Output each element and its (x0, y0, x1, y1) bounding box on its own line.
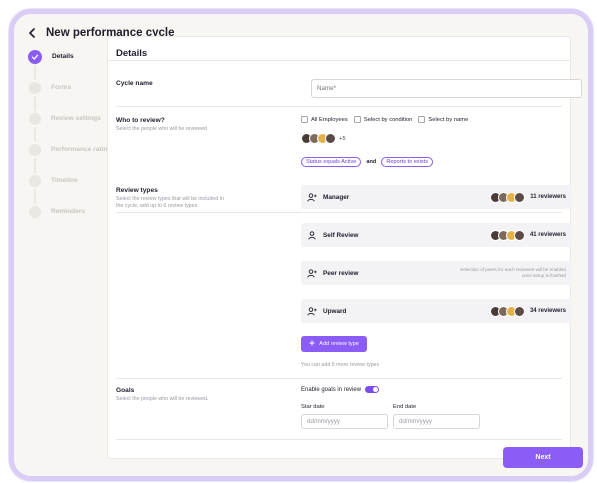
review-type-label: Upward (323, 307, 347, 315)
review-types-section: Review types Select the review types tha… (116, 179, 572, 379)
reviewer-count: 11 reviewers (530, 194, 566, 200)
step-dot (29, 82, 41, 94)
goals-description: Select the people who will be reviewed. (116, 396, 209, 402)
goals-toggle-label: Enable goals in review (301, 386, 362, 393)
condition-chip-reports-to[interactable]: Reports to exists (381, 157, 433, 167)
reviewer-avatars (489, 305, 525, 317)
goals-label: Goals (116, 387, 135, 394)
step-dot (29, 175, 41, 187)
person-add-icon (307, 306, 317, 316)
step-dot (29, 113, 41, 125)
step-forms[interactable]: Forms (24, 81, 118, 112)
step-dot (29, 206, 41, 218)
step-connector (34, 189, 36, 204)
check-icon (28, 50, 42, 64)
review-type-upward[interactable]: Upward 34 reviewers (301, 299, 572, 323)
review-type-manager[interactable]: Manager 11 reviewers (301, 185, 572, 209)
option-select-by-condition[interactable]: Select by condition (353, 116, 413, 123)
step-connector (34, 127, 36, 142)
avatar (325, 133, 336, 144)
step-label: Timeline (51, 177, 78, 184)
step-label: Review settings (51, 115, 101, 122)
back-arrow-icon[interactable] (26, 26, 38, 40)
checkbox[interactable] (353, 116, 361, 123)
cycle-name-input[interactable] (311, 79, 582, 98)
option-label: Select by name (428, 116, 469, 123)
step-connector (34, 158, 36, 173)
reviewer-avatars (489, 229, 525, 241)
card-header: Details (108, 37, 570, 61)
step-connector (34, 96, 36, 111)
review-types-description: Select the review types that will be inc… (116, 196, 224, 209)
step-label: Forms (51, 84, 72, 91)
step-label: Details (52, 53, 74, 60)
add-review-type-button[interactable]: Add review type (301, 336, 367, 352)
chip-connector: and (366, 159, 377, 165)
avatar (514, 191, 526, 203)
option-select-by-name[interactable]: Select by name (418, 116, 468, 123)
card-title: Details (116, 48, 148, 59)
step-label: Performance rating (51, 146, 112, 153)
step-details[interactable]: Details (24, 50, 118, 81)
reviewer-avatars (490, 191, 526, 203)
who-label: Who to review? (116, 117, 165, 124)
goals-section: Goals Select the people who will be revi… (116, 379, 562, 440)
extra-count: +5 (339, 135, 346, 142)
details-card: Details Cycle name Who to review? Select… (107, 36, 582, 459)
checkbox[interactable] (418, 116, 426, 123)
reviewer-count: 41 reviewers (529, 232, 566, 238)
review-type-list: Manager 11 reviewers Self Review 41 revi… (301, 179, 572, 379)
avatar (513, 229, 525, 241)
start-date-label: Star date (301, 404, 325, 410)
person-add-icon (307, 268, 317, 278)
stepper: Details Forms Review settings Performanc… (24, 50, 118, 236)
add-review-type-label: Add review type (319, 341, 359, 347)
end-date-input[interactable]: dd/mm/yyyy (393, 414, 480, 429)
review-types-hint: You can add 5 more review types (301, 362, 380, 368)
start-date-input[interactable]: dd/mm/yyyy (301, 414, 388, 429)
end-date-label: End date (393, 404, 417, 410)
step-connector (34, 65, 36, 80)
review-type-self-review[interactable]: Self Review 41 reviewers (301, 223, 572, 247)
reviewer-count: 34 reviewers (529, 308, 566, 314)
step-review-settings[interactable]: Review settings (24, 112, 118, 143)
review-type-label: Peer review (323, 269, 359, 277)
step-performance-rating[interactable]: Performance rating (24, 143, 118, 174)
review-type-label: Manager (323, 193, 350, 201)
goals-toggle-row: Enable goals in review (301, 386, 572, 393)
condition-chips: Status equals Active and Reports to exis… (301, 157, 572, 167)
person-add-icon (307, 192, 317, 202)
who-options: All Employees Select by condition Select… (301, 116, 572, 123)
option-all-employees[interactable]: All Employees (301, 116, 348, 123)
selected-avatars: +5 (301, 133, 572, 144)
checkbox[interactable] (301, 116, 308, 123)
review-type-label: Self Review (323, 231, 359, 239)
step-dot (29, 144, 41, 156)
goals-toggle[interactable] (365, 386, 380, 393)
cycle-name-section: Cycle name (116, 61, 582, 107)
plus-icon (309, 340, 315, 348)
option-label: All Employees (311, 116, 348, 123)
option-label: Select by condition (363, 116, 413, 123)
who-checkboxes: All Employees Select by condition Select… (301, 116, 572, 123)
step-reminders[interactable]: Reminders (24, 205, 118, 236)
avatar (513, 305, 525, 317)
chip-row: Status equals Active and Reports to exis… (301, 157, 572, 167)
who-description: Select the people who will be reviewed (116, 126, 207, 132)
person-icon (307, 230, 317, 240)
cycle-name-label: Cycle name (116, 80, 153, 87)
next-button[interactable]: Next (503, 447, 583, 468)
goals-controls: Enable goals in review Star date End dat… (301, 386, 572, 440)
review-types-label: Review types (116, 187, 158, 194)
review-type-peer-review[interactable]: Peer review Selection of peers for each … (301, 261, 572, 285)
peer-review-note: Selection of peers for each reviewee wil… (460, 267, 566, 278)
condition-chip-status[interactable]: Status equals Active (301, 157, 362, 167)
avatar-group: +5 (301, 133, 572, 144)
step-label: Reminders (51, 208, 86, 215)
step-timeline[interactable]: Timeline (24, 174, 118, 205)
